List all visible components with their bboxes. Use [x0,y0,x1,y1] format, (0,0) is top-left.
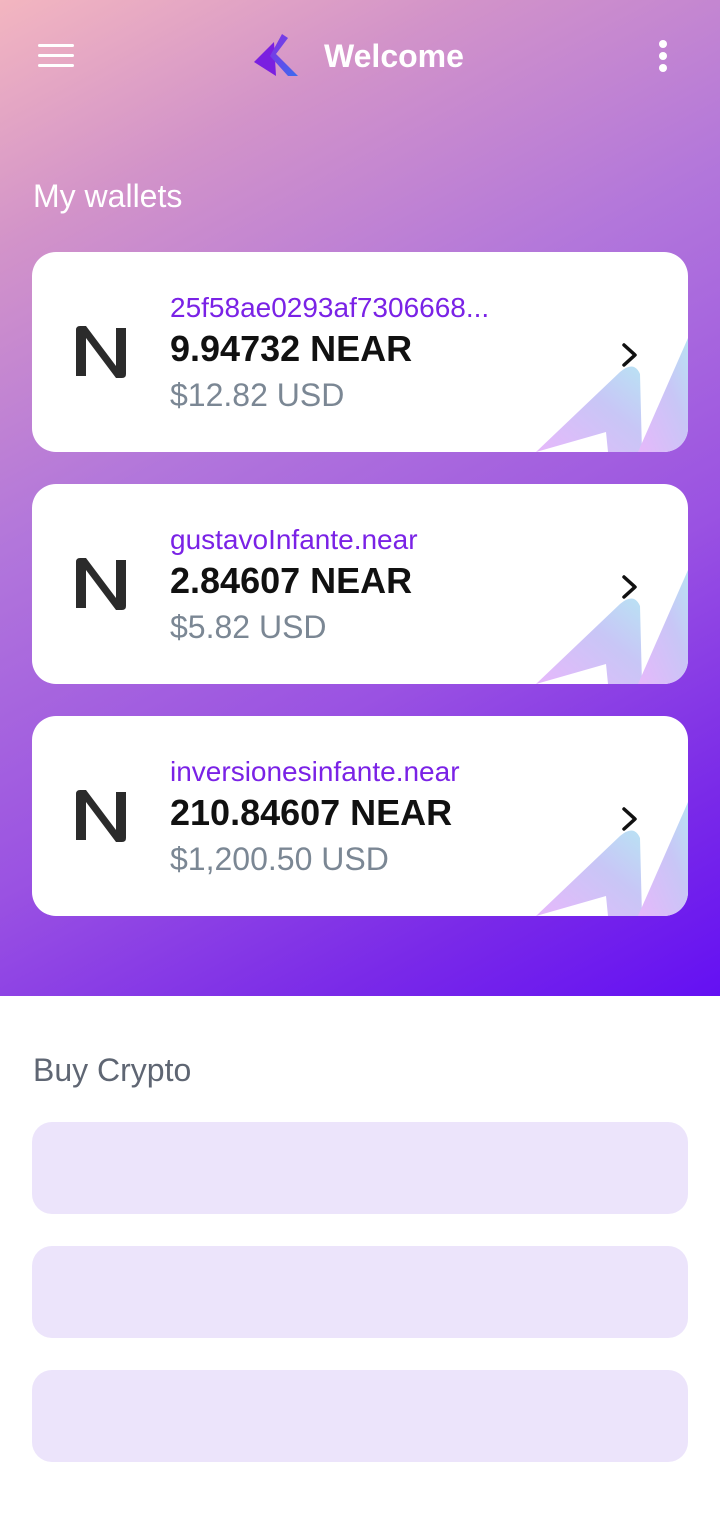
buy-crypto-option[interactable] [32,1122,688,1214]
wallet-account-name: inversionesinfante.near [170,756,460,787]
wallet-card[interactable]: gustavoInfante.near 2.84607 NEAR $5.82 U… [32,484,688,684]
page-title: Welcome [324,38,464,74]
top-bar: Welcome [0,0,720,112]
wallet-usd-balance: $5.82 USD [170,609,327,645]
wallet-card[interactable]: inversionesinfante.near 210.84607 NEAR $… [32,716,688,916]
hamburger-menu-icon[interactable] [38,42,74,70]
wallet-usd-balance: $1,200.50 USD [170,841,389,877]
wallet-account-name: gustavoInfante.near [170,524,418,555]
app-logo [254,34,298,76]
card-decoration-graphic [536,802,688,916]
near-protocol-icon [76,326,126,378]
wallet-account-name: 25f58ae0293af7306668... [170,292,490,323]
chevron-right-icon [622,343,637,367]
buy-crypto-heading: Buy Crypto [33,1052,192,1088]
wallet-near-balance: 2.84607 NEAR [170,560,413,601]
card-decoration-graphic [536,338,688,452]
my-wallets-heading: My wallets [33,178,183,214]
buy-crypto-option[interactable] [32,1370,688,1462]
chevron-right-icon [622,575,637,599]
kebab-more-icon[interactable] [654,38,674,74]
wallet-usd-balance: $12.82 USD [170,377,345,413]
near-protocol-icon [76,790,126,842]
wallet-near-balance: 210.84607 NEAR [170,792,453,833]
buy-crypto-option[interactable] [32,1246,688,1338]
card-decoration-graphic [536,570,688,684]
wallet-card[interactable]: 25f58ae0293af7306668... 9.94732 NEAR $12… [32,252,688,452]
wallet-near-balance: 9.94732 NEAR [170,328,413,369]
chevron-right-icon [622,807,637,831]
near-protocol-icon [76,558,126,610]
